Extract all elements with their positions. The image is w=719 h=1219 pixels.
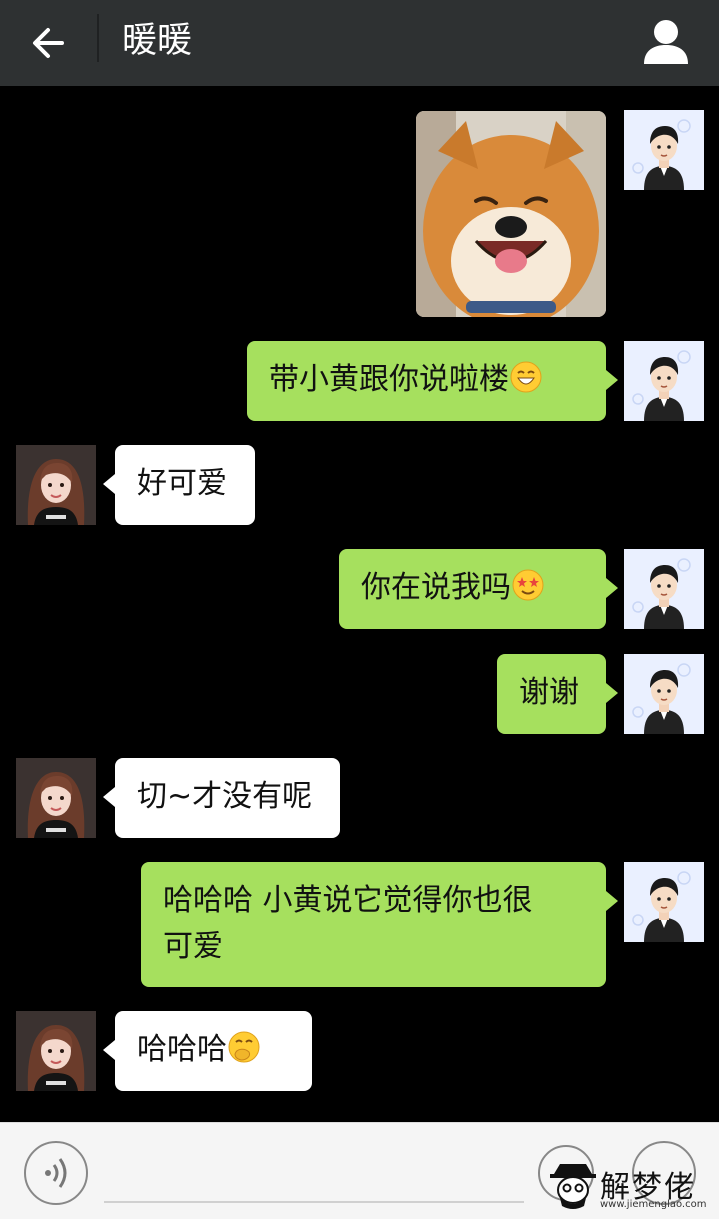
message-text: 带小黄跟你说啦楼 [269,362,509,397]
my-avatar[interactable] [624,341,704,421]
my-avatar[interactable] [624,110,704,190]
message-text: 哈哈哈 小黄说它觉得你也很可爱 [163,883,533,964]
person-icon [644,20,688,64]
watermark: 解梦佬 www.jiemenglao.com [548,1156,716,1216]
bubble-tail [103,787,115,807]
message-text: 哈哈哈 [137,1032,227,1067]
message-text: 谢谢 [519,675,579,710]
shiba-dog-photo[interactable] [416,111,606,317]
watermark-logo-icon [550,1164,596,1209]
bubble-tail [103,1040,115,1060]
my-avatar[interactable] [624,862,704,942]
incoming-message-bubble[interactable]: 好可爱 [115,445,255,525]
outgoing-message-bubble[interactable]: 你在说我吗 [339,549,606,629]
message-text: 你在说我吗 [361,570,511,605]
outgoing-message-bubble[interactable]: 谢谢 [497,654,606,734]
outgoing-message-bubble[interactable]: 哈哈哈 小黄说它觉得你也很可爱 [141,862,606,987]
chat-title: 暖暖 [122,21,193,61]
back-button[interactable] [22,16,76,70]
incoming-message-bubble[interactable]: 切~才没有呢 [115,758,340,838]
voice-icon [45,1158,67,1188]
chat-info-button[interactable] [636,12,696,72]
message-text: 好可爱 [137,466,227,501]
bubble-tail [606,891,618,911]
message-input[interactable] [104,1143,524,1203]
bubble-tail [103,474,115,494]
message-text: 切~才没有呢 [137,779,313,814]
contact-avatar[interactable] [16,758,96,838]
contact-avatar[interactable] [16,1011,96,1091]
voice-button[interactable] [24,1141,88,1205]
outgoing-message-bubble[interactable]: 带小黄跟你说啦楼 [247,341,606,421]
arrow-left-icon [33,28,64,58]
my-avatar[interactable] [624,549,704,629]
bubble-tail [606,578,618,598]
my-avatar[interactable] [624,654,704,734]
hand-over-mouth-face-icon [227,1030,261,1064]
header-divider [97,14,99,62]
grinning-face-icon [509,360,543,394]
star-eyes-face-icon [511,568,545,602]
bubble-tail [606,370,618,390]
contact-avatar[interactable] [16,445,96,525]
incoming-message-bubble[interactable]: 哈哈哈 [115,1011,312,1091]
bubble-tail [606,683,618,703]
watermark-url: www.jiemenglao.com [600,1199,707,1210]
chat-header: 暖暖 [0,0,719,86]
